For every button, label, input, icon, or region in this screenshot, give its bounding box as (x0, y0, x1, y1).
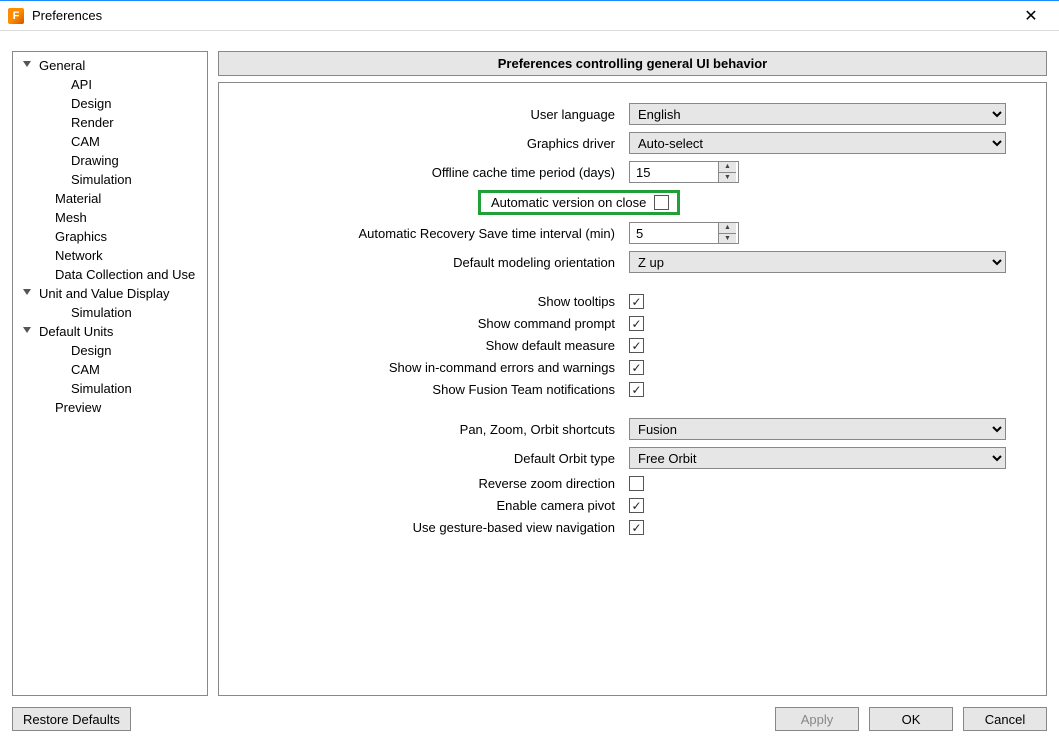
highlight-auto-version: Automatic version on close (478, 190, 680, 215)
label-show-cmd-prompt: Show command prompt (239, 316, 619, 331)
label-enable-camera-pivot: Enable camera pivot (239, 498, 619, 513)
restore-defaults-button[interactable]: Restore Defaults (12, 707, 131, 731)
cancel-button[interactable]: Cancel (963, 707, 1047, 731)
spinner-auto-recovery[interactable]: ▲ ▼ (629, 222, 739, 244)
nav-item[interactable]: Simulation (15, 379, 205, 398)
select-pan-zoom-orbit[interactable]: Fusion (629, 418, 1006, 440)
nav-item[interactable]: Design (15, 341, 205, 360)
label-show-tooltips: Show tooltips (239, 294, 619, 309)
nav-item[interactable]: Material (15, 189, 205, 208)
checkbox-auto-version-close[interactable] (654, 195, 669, 210)
label-auto-recovery: Automatic Recovery Save time interval (m… (239, 226, 619, 241)
spinner-down-icon[interactable]: ▼ (719, 173, 736, 183)
nav-item[interactable]: Graphics (15, 227, 205, 246)
apply-button[interactable]: Apply (775, 707, 859, 731)
close-icon[interactable]: ✕ (1011, 6, 1051, 26)
nav-item[interactable]: Simulation (15, 303, 205, 322)
spinner-buttons[interactable]: ▲ ▼ (718, 223, 736, 243)
spinner-up-icon[interactable]: ▲ (719, 223, 736, 234)
nav-item[interactable]: API (15, 75, 205, 94)
nav-item[interactable]: CAM (15, 360, 205, 379)
spinner-buttons[interactable]: ▲ ▼ (718, 162, 736, 182)
label-show-fusion-team: Show Fusion Team notifications (239, 382, 619, 397)
checkbox-show-incmd-errors[interactable]: ✓ (629, 360, 644, 375)
titlebar: F Preferences ✕ (0, 1, 1059, 31)
nav-item[interactable]: Unit and Value Display (15, 284, 205, 303)
input-offline-cache[interactable] (630, 162, 718, 182)
label-user-language: User language (239, 107, 619, 122)
label-pan-zoom-orbit: Pan, Zoom, Orbit shortcuts (239, 422, 619, 437)
nav-item[interactable]: Network (15, 246, 205, 265)
select-default-orbit[interactable]: Free Orbit (629, 447, 1006, 469)
label-offline-cache: Offline cache time period (days) (239, 165, 619, 180)
checkbox-gesture-nav[interactable]: ✓ (629, 520, 644, 535)
nav-item[interactable]: CAM (15, 132, 205, 151)
checkbox-show-default-measure[interactable]: ✓ (629, 338, 644, 353)
input-auto-recovery[interactable] (630, 223, 718, 243)
panel-banner: Preferences controlling general UI behav… (218, 51, 1047, 76)
label-default-orbit: Default Orbit type (239, 451, 619, 466)
label-graphics-driver: Graphics driver (239, 136, 619, 151)
checkbox-show-fusion-team[interactable]: ✓ (629, 382, 644, 397)
label-show-default-measure: Show default measure (239, 338, 619, 353)
label-default-orientation: Default modeling orientation (239, 255, 619, 270)
spinner-offline-cache[interactable]: ▲ ▼ (629, 161, 739, 183)
nav-item[interactable]: Default Units (15, 322, 205, 341)
checkbox-reverse-zoom[interactable] (629, 476, 644, 491)
nav-item[interactable]: Render (15, 113, 205, 132)
app-icon: F (8, 8, 24, 24)
nav-item[interactable]: Simulation (15, 170, 205, 189)
label-gesture-nav: Use gesture-based view navigation (239, 520, 619, 535)
settings-panel: User language English Graphics driver Au… (218, 82, 1047, 696)
checkbox-show-tooltips[interactable]: ✓ (629, 294, 644, 309)
select-user-language[interactable]: English (629, 103, 1006, 125)
label-reverse-zoom: Reverse zoom direction (239, 476, 619, 491)
spinner-down-icon[interactable]: ▼ (719, 234, 736, 244)
nav-item[interactable]: Mesh (15, 208, 205, 227)
nav-item[interactable]: Design (15, 94, 205, 113)
checkbox-show-cmd-prompt[interactable]: ✓ (629, 316, 644, 331)
nav-item[interactable]: General (15, 56, 205, 75)
label-auto-version-close: Automatic version on close (491, 195, 646, 210)
nav-tree: GeneralAPIDesignRenderCAMDrawingSimulati… (12, 51, 208, 696)
nav-item[interactable]: Data Collection and Use (15, 265, 205, 284)
nav-item[interactable]: Drawing (15, 151, 205, 170)
select-graphics-driver[interactable]: Auto-select (629, 132, 1006, 154)
nav-item[interactable]: Preview (15, 398, 205, 417)
window-title: Preferences (32, 8, 1011, 23)
ok-button[interactable]: OK (869, 707, 953, 731)
spinner-up-icon[interactable]: ▲ (719, 162, 736, 173)
label-show-incmd-errors: Show in-command errors and warnings (239, 360, 619, 375)
select-default-orientation[interactable]: Z up (629, 251, 1006, 273)
checkbox-enable-camera-pivot[interactable]: ✓ (629, 498, 644, 513)
